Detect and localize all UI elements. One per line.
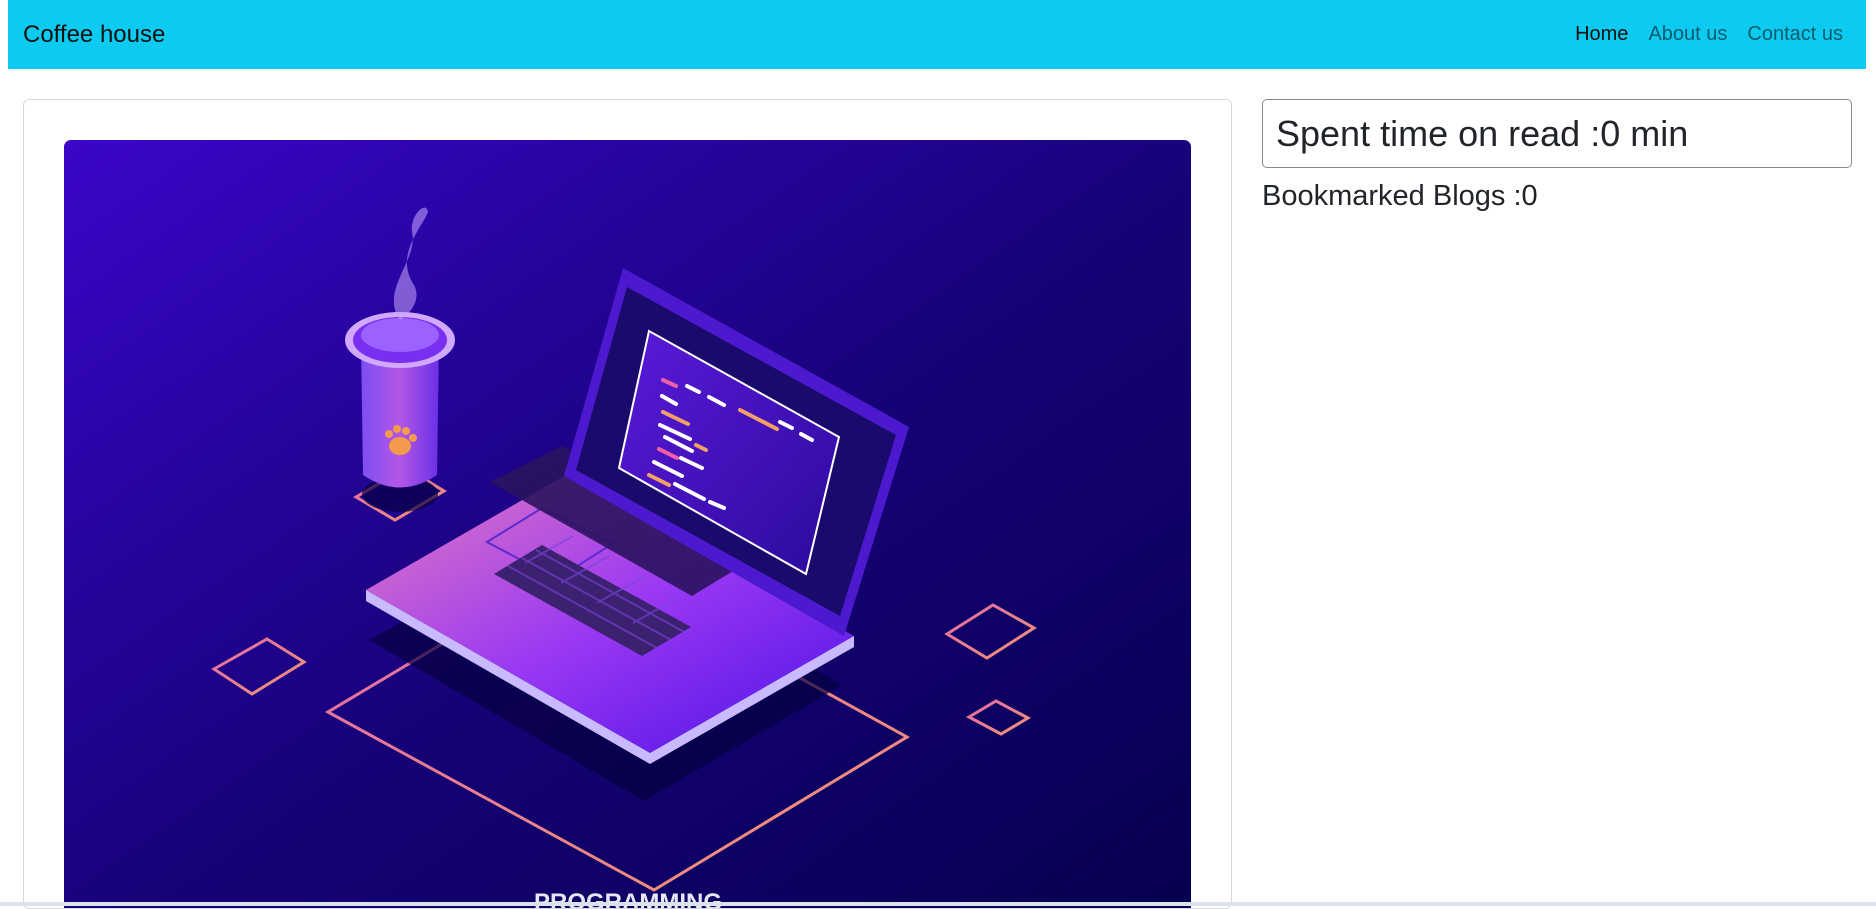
nav-links: Home About us Contact us <box>1575 23 1843 46</box>
brand-logo-text[interactable]: Coffee house <box>23 21 165 49</box>
nav-link-about[interactable]: About us <box>1648 23 1727 46</box>
blog-card: PROGRAMMING <box>23 99 1232 909</box>
nav-link-contact[interactable]: Contact us <box>1747 23 1843 46</box>
top-navbar: Coffee house Home About us Contact us <box>8 0 1866 69</box>
nav-link-home[interactable]: Home <box>1575 23 1628 46</box>
bookmarked-blogs-heading: Bookmarked Blogs :0 <box>1262 180 1538 212</box>
blog-cover-image: PROGRAMMING <box>64 140 1191 909</box>
cover-caption-text: PROGRAMMING <box>534 889 722 909</box>
page-bottom-border <box>0 902 1876 906</box>
reading-sidebar: Spent time on read :0 min Bookmarked Blo… <box>1262 99 1852 213</box>
spent-time-panel: Spent time on read :0 min <box>1262 99 1852 168</box>
